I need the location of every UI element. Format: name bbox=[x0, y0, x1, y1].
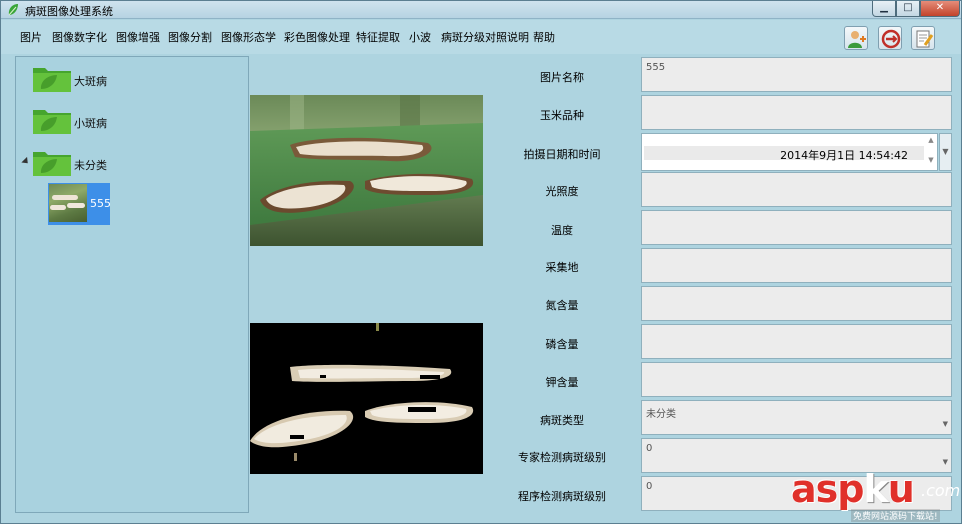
tree-node-unclassified[interactable]: 未分类 bbox=[16, 147, 236, 179]
datetime-display: 2014年9月1日 14:54:42 bbox=[644, 146, 924, 162]
menu-feature-extract[interactable]: 特征提取 bbox=[356, 29, 400, 45]
chevron-down-icon: ▼ bbox=[942, 420, 948, 428]
menu-morphology[interactable]: 图像形态学 bbox=[221, 29, 276, 45]
spot-type-combo[interactable]: 未分类 ▼ bbox=[641, 400, 952, 435]
menu-color-processing[interactable]: 彩色图像处理 bbox=[284, 29, 350, 45]
menu-digitize[interactable]: 图像数字化 bbox=[52, 29, 107, 45]
spin-down-icon[interactable]: ▼ bbox=[927, 156, 935, 164]
watermark-logo: aspku bbox=[791, 467, 915, 511]
datetime-value: 2014年9月1日 14:54:42 bbox=[780, 149, 908, 162]
tree-node-label: 大斑病 bbox=[74, 75, 107, 88]
tree-node-label: 小斑病 bbox=[74, 117, 107, 130]
user-add-icon bbox=[848, 31, 866, 48]
label-capture-datetime: 拍摄日期和时间 bbox=[523, 148, 601, 161]
label-program-level: 程序检测病斑级别 bbox=[518, 490, 606, 503]
phosphorus-field[interactable] bbox=[641, 324, 952, 359]
menu-segment[interactable]: 图像分割 bbox=[168, 29, 212, 45]
label-temperature: 温度 bbox=[551, 224, 573, 237]
tree-node-large-spot[interactable]: 大斑病 bbox=[16, 63, 236, 95]
window-title: 病斑图像处理系统 bbox=[25, 5, 113, 18]
aspku-watermark: aspku .com 免费网站源码下载站! bbox=[791, 467, 961, 523]
menu-bar: 图片 图像数字化 图像增强 图像分割 图像形态学 彩色图像处理 特征提取 小波 … bbox=[1, 20, 961, 54]
edit-note-button[interactable] bbox=[911, 26, 935, 50]
folder-leaf-icon bbox=[33, 110, 71, 134]
close-button[interactable]: ✕ bbox=[920, 1, 960, 17]
user-add-button[interactable] bbox=[844, 26, 868, 50]
spin-up-icon[interactable]: ▲ bbox=[927, 136, 935, 144]
folder-leaf-icon bbox=[33, 68, 71, 92]
edit-note-icon bbox=[916, 30, 934, 48]
label-collection-site: 采集地 bbox=[545, 261, 579, 274]
menu-help[interactable]: 帮助 bbox=[533, 29, 555, 45]
label-nitrogen: 氮含量 bbox=[545, 299, 579, 312]
folder-leaf-icon bbox=[33, 152, 71, 176]
leaf-icon bbox=[8, 4, 18, 16]
tree-node-label: 未分类 bbox=[74, 159, 107, 172]
label-illuminance: 光照度 bbox=[545, 185, 579, 198]
label-expert-level: 专家检测病斑级别 bbox=[518, 451, 606, 464]
segmented-image bbox=[250, 323, 483, 474]
refresh-icon bbox=[881, 29, 901, 49]
thumbnail-image bbox=[49, 184, 87, 222]
datetime-picker[interactable]: 2014年9月1日 14:54:42 ▲ ▼ bbox=[641, 133, 938, 171]
tree-child-image[interactable]: 555 bbox=[48, 183, 111, 225]
main-window: 病斑图像处理系统 ▁ □ ✕ 图片 图像数字化 图像增强 图像分割 图像形态学 … bbox=[0, 0, 962, 524]
datetime-dropdown-button[interactable]: ▼ bbox=[939, 133, 952, 171]
category-tree[interactable]: 大斑病 小斑病 未分类 555 bbox=[15, 56, 249, 513]
tree-node-small-spot[interactable]: 小斑病 bbox=[16, 105, 236, 137]
refresh-button[interactable] bbox=[878, 26, 902, 50]
label-corn-variety: 玉米品种 bbox=[540, 109, 584, 122]
minimize-button[interactable]: ▁ bbox=[872, 1, 896, 17]
spot-type-value: 未分类 bbox=[646, 409, 676, 420]
program-level-value: 0 bbox=[646, 481, 653, 492]
label-image-name: 图片名称 bbox=[540, 71, 584, 84]
expert-level-value: 0 bbox=[646, 443, 653, 454]
label-phosphorus: 磷含量 bbox=[545, 338, 579, 351]
collection-site-field[interactable] bbox=[641, 248, 952, 283]
label-potassium: 钾含量 bbox=[545, 376, 579, 389]
menu-grading-guide[interactable]: 病斑分级对照说明 bbox=[441, 29, 529, 45]
watermark-part-b: k bbox=[863, 467, 888, 511]
watermark-domain: .com bbox=[921, 481, 961, 500]
temperature-field[interactable] bbox=[641, 210, 952, 245]
illuminance-field[interactable] bbox=[641, 172, 952, 207]
watermark-part-c: u bbox=[887, 467, 915, 511]
original-image bbox=[250, 95, 483, 246]
menu-picture[interactable]: 图片 bbox=[20, 29, 42, 45]
maximize-button[interactable]: □ bbox=[896, 1, 920, 17]
corn-variety-field[interactable] bbox=[641, 95, 952, 130]
menu-enhance[interactable]: 图像增强 bbox=[116, 29, 160, 45]
menu-wavelet[interactable]: 小波 bbox=[409, 29, 431, 45]
image-name-field[interactable]: 555 bbox=[641, 57, 952, 92]
watermark-part-a: asp bbox=[791, 467, 864, 511]
watermark-slogan: 免费网站源码下载站! bbox=[851, 509, 940, 522]
title-bar: 病斑图像处理系统 ▁ □ ✕ bbox=[1, 1, 961, 19]
label-spot-type: 病斑类型 bbox=[540, 414, 584, 427]
nitrogen-field[interactable] bbox=[641, 286, 952, 321]
chevron-down-icon: ▼ bbox=[942, 458, 948, 466]
tree-child-label: 555 bbox=[90, 197, 111, 210]
potassium-field[interactable] bbox=[641, 362, 952, 397]
